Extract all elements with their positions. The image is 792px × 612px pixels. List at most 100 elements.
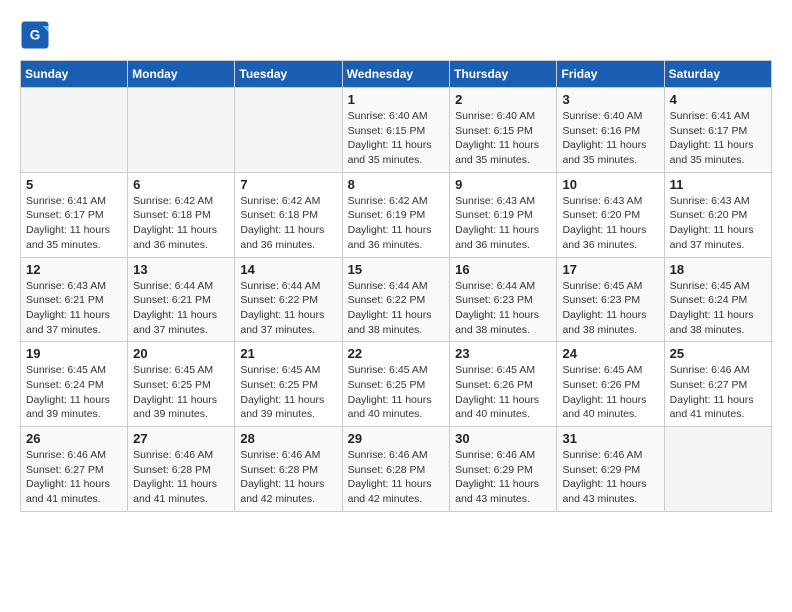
- day-number: 14: [240, 262, 336, 277]
- calendar-cell: [21, 88, 128, 173]
- calendar-cell: 30 Sunrise: 6:46 AM Sunset: 6:29 PM Dayli…: [450, 427, 557, 512]
- day-number: 8: [348, 177, 445, 192]
- calendar-cell: 9 Sunrise: 6:43 AM Sunset: 6:19 PM Daylig…: [450, 172, 557, 257]
- calendar-cell: 7 Sunrise: 6:42 AM Sunset: 6:18 PM Daylig…: [235, 172, 342, 257]
- day-info: Sunrise: 6:45 AM Sunset: 6:24 PM Dayligh…: [670, 279, 766, 338]
- calendar-cell: 5Sunrise: 6:41 AM Sunset: 6:17 PM Daylig…: [21, 172, 128, 257]
- calendar-cell: 4 Sunrise: 6:41 AM Sunset: 6:17 PM Daylig…: [664, 88, 771, 173]
- day-info: Sunrise: 6:46 AM Sunset: 6:28 PM Dayligh…: [133, 448, 229, 507]
- day-number: 4: [670, 92, 766, 107]
- calendar-cell: 12 Sunrise: 6:43 AM Sunset: 6:21 PM Dayli…: [21, 257, 128, 342]
- calendar-table: SundayMondayTuesdayWednesdayThursdayFrid…: [20, 60, 772, 512]
- day-info: Sunrise: 6:41 AM Sunset: 6:17 PM Dayligh…: [670, 109, 766, 168]
- calendar-cell: 11 Sunrise: 6:43 AM Sunset: 6:20 PM Dayli…: [664, 172, 771, 257]
- calendar-cell: [664, 427, 771, 512]
- day-number: 5: [26, 177, 122, 192]
- calendar-cell: 8 Sunrise: 6:42 AM Sunset: 6:19 PM Daylig…: [342, 172, 450, 257]
- day-info: Sunrise: 6:43 AM Sunset: 6:20 PM Dayligh…: [670, 194, 766, 253]
- day-info: Sunrise: 6:46 AM Sunset: 6:27 PM Dayligh…: [670, 363, 766, 422]
- day-number: 27: [133, 431, 229, 446]
- day-number: 20: [133, 346, 229, 361]
- day-number: 9: [455, 177, 551, 192]
- svg-text:G: G: [30, 28, 41, 43]
- day-number: 24: [562, 346, 658, 361]
- day-info: Sunrise: 6:44 AM Sunset: 6:22 PM Dayligh…: [348, 279, 445, 338]
- day-info: Sunrise: 6:43 AM Sunset: 6:19 PM Dayligh…: [455, 194, 551, 253]
- day-number: 31: [562, 431, 658, 446]
- calendar-cell: 25 Sunrise: 6:46 AM Sunset: 6:27 PM Dayli…: [664, 342, 771, 427]
- day-info: Sunrise: 6:42 AM Sunset: 6:18 PM Dayligh…: [240, 194, 336, 253]
- day-number: 16: [455, 262, 551, 277]
- calendar-cell: 22 Sunrise: 6:45 AM Sunset: 6:25 PM Dayli…: [342, 342, 450, 427]
- day-number: 26: [26, 431, 122, 446]
- day-number: 22: [348, 346, 445, 361]
- calendar-cell: 1 Sunrise: 6:40 AM Sunset: 6:15 PM Daylig…: [342, 88, 450, 173]
- calendar-cell: 24 Sunrise: 6:45 AM Sunset: 6:26 PM Dayli…: [557, 342, 664, 427]
- page-header: G: [20, 20, 772, 50]
- day-number: 3: [562, 92, 658, 107]
- day-info: Sunrise: 6:40 AM Sunset: 6:15 PM Dayligh…: [348, 109, 445, 168]
- day-info: Sunrise: 6:43 AM Sunset: 6:21 PM Dayligh…: [26, 279, 122, 338]
- calendar-cell: [128, 88, 235, 173]
- weekday-header-tuesday: Tuesday: [235, 61, 342, 88]
- day-number: 1: [348, 92, 445, 107]
- day-info: Sunrise: 6:45 AM Sunset: 6:23 PM Dayligh…: [562, 279, 658, 338]
- day-number: 30: [455, 431, 551, 446]
- logo-icon: G: [20, 20, 50, 50]
- calendar-cell: 26 Sunrise: 6:46 AM Sunset: 6:27 PM Dayli…: [21, 427, 128, 512]
- calendar-cell: 23 Sunrise: 6:45 AM Sunset: 6:26 PM Dayli…: [450, 342, 557, 427]
- day-number: 2: [455, 92, 551, 107]
- day-info: Sunrise: 6:42 AM Sunset: 6:19 PM Dayligh…: [348, 194, 445, 253]
- calendar-cell: 16 Sunrise: 6:44 AM Sunset: 6:23 PM Dayli…: [450, 257, 557, 342]
- day-number: 19: [26, 346, 122, 361]
- calendar-cell: 31 Sunrise: 6:46 AM Sunset: 6:29 PM Dayli…: [557, 427, 664, 512]
- day-number: 10: [562, 177, 658, 192]
- calendar-cell: 20 Sunrise: 6:45 AM Sunset: 6:25 PM Dayli…: [128, 342, 235, 427]
- calendar-cell: 10 Sunrise: 6:43 AM Sunset: 6:20 PM Dayli…: [557, 172, 664, 257]
- weekday-header-monday: Monday: [128, 61, 235, 88]
- calendar-cell: 27 Sunrise: 6:46 AM Sunset: 6:28 PM Dayli…: [128, 427, 235, 512]
- day-info: Sunrise: 6:45 AM Sunset: 6:25 PM Dayligh…: [133, 363, 229, 422]
- day-number: 17: [562, 262, 658, 277]
- calendar-cell: [235, 88, 342, 173]
- day-number: 11: [670, 177, 766, 192]
- day-info: Sunrise: 6:44 AM Sunset: 6:21 PM Dayligh…: [133, 279, 229, 338]
- day-info: Sunrise: 6:45 AM Sunset: 6:25 PM Dayligh…: [240, 363, 336, 422]
- weekday-header-wednesday: Wednesday: [342, 61, 450, 88]
- weekday-header-friday: Friday: [557, 61, 664, 88]
- day-info: Sunrise: 6:42 AM Sunset: 6:18 PM Dayligh…: [133, 194, 229, 253]
- day-info: Sunrise: 6:45 AM Sunset: 6:26 PM Dayligh…: [562, 363, 658, 422]
- calendar-cell: 17 Sunrise: 6:45 AM Sunset: 6:23 PM Dayli…: [557, 257, 664, 342]
- day-info: Sunrise: 6:46 AM Sunset: 6:27 PM Dayligh…: [26, 448, 122, 507]
- day-number: 28: [240, 431, 336, 446]
- day-info: Sunrise: 6:46 AM Sunset: 6:29 PM Dayligh…: [562, 448, 658, 507]
- day-number: 29: [348, 431, 445, 446]
- day-info: Sunrise: 6:46 AM Sunset: 6:28 PM Dayligh…: [348, 448, 445, 507]
- day-number: 18: [670, 262, 766, 277]
- day-number: 21: [240, 346, 336, 361]
- calendar-cell: 29 Sunrise: 6:46 AM Sunset: 6:28 PM Dayli…: [342, 427, 450, 512]
- day-info: Sunrise: 6:44 AM Sunset: 6:23 PM Dayligh…: [455, 279, 551, 338]
- weekday-header-thursday: Thursday: [450, 61, 557, 88]
- calendar-cell: 2Sunrise: 6:40 AM Sunset: 6:15 PM Daylig…: [450, 88, 557, 173]
- day-info: Sunrise: 6:45 AM Sunset: 6:26 PM Dayligh…: [455, 363, 551, 422]
- day-number: 25: [670, 346, 766, 361]
- calendar-cell: 28 Sunrise: 6:46 AM Sunset: 6:28 PM Dayli…: [235, 427, 342, 512]
- day-number: 6: [133, 177, 229, 192]
- day-info: Sunrise: 6:46 AM Sunset: 6:28 PM Dayligh…: [240, 448, 336, 507]
- day-info: Sunrise: 6:43 AM Sunset: 6:20 PM Dayligh…: [562, 194, 658, 253]
- day-number: 23: [455, 346, 551, 361]
- day-info: Sunrise: 6:40 AM Sunset: 6:16 PM Dayligh…: [562, 109, 658, 168]
- day-number: 15: [348, 262, 445, 277]
- calendar-cell: 13Sunrise: 6:44 AM Sunset: 6:21 PM Dayli…: [128, 257, 235, 342]
- day-info: Sunrise: 6:46 AM Sunset: 6:29 PM Dayligh…: [455, 448, 551, 507]
- calendar-cell: 21 Sunrise: 6:45 AM Sunset: 6:25 PM Dayli…: [235, 342, 342, 427]
- day-info: Sunrise: 6:45 AM Sunset: 6:25 PM Dayligh…: [348, 363, 445, 422]
- calendar-cell: 18 Sunrise: 6:45 AM Sunset: 6:24 PM Dayli…: [664, 257, 771, 342]
- logo: G: [20, 20, 54, 50]
- weekday-header-saturday: Saturday: [664, 61, 771, 88]
- day-number: 12: [26, 262, 122, 277]
- calendar-cell: 14Sunrise: 6:44 AM Sunset: 6:22 PM Dayli…: [235, 257, 342, 342]
- day-number: 7: [240, 177, 336, 192]
- calendar-cell: 6 Sunrise: 6:42 AM Sunset: 6:18 PM Daylig…: [128, 172, 235, 257]
